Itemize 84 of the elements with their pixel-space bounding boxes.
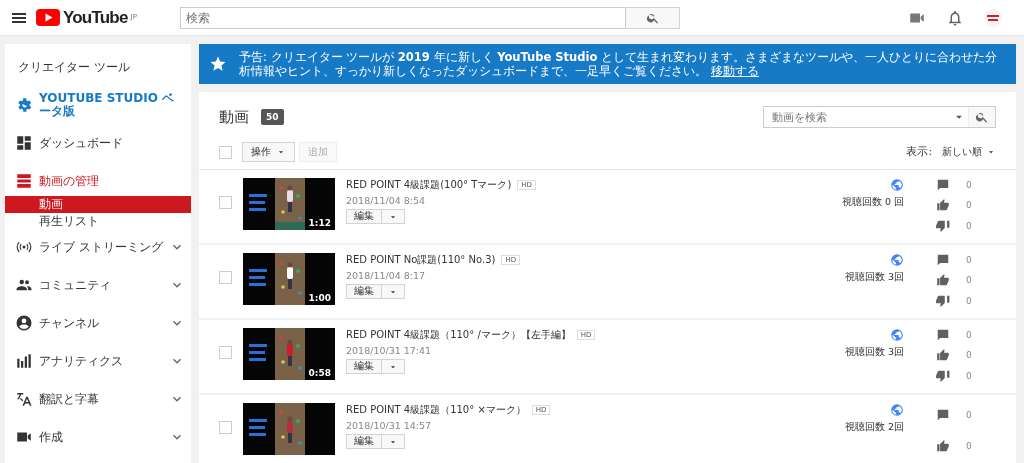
section-title: 動画 — [219, 107, 249, 127]
duration-label: 0:58 — [308, 368, 331, 378]
thumbs-down-icon — [936, 368, 950, 383]
like-count: 0 — [966, 350, 973, 361]
comment-count: 0 — [966, 410, 973, 421]
sidebar-title: クリエイター ツール — [17, 59, 131, 76]
search-button[interactable] — [626, 6, 680, 29]
avatar[interactable] — [984, 8, 1002, 27]
edit-button[interactable]: 編集 — [346, 284, 382, 299]
dislike-count: 0 — [966, 220, 973, 231]
sidebar-item[interactable]: ライブ ストリーミング — [5, 228, 191, 266]
logo[interactable]: YouTube — [63, 7, 128, 28]
row-checkbox[interactable] — [219, 346, 232, 359]
sidebar-item[interactable]: YOUTUBE STUDIO ベータ版 — [5, 86, 191, 124]
video-title[interactable]: RED POINT No課題(110° No.3) — [346, 253, 496, 267]
row-checkbox[interactable] — [219, 421, 232, 434]
bell-icon — [946, 8, 964, 27]
sort-dropdown[interactable]: 新しい順 — [942, 145, 996, 159]
list-icon — [15, 172, 33, 190]
comment-count: 0 — [966, 255, 973, 266]
edit-menu-button[interactable] — [382, 209, 405, 224]
play-logo-icon — [36, 9, 60, 26]
edit-button[interactable]: 編集 — [346, 434, 382, 449]
sidebar-subitem[interactable]: 動画 — [5, 196, 191, 213]
edit-button[interactable]: 編集 — [346, 209, 382, 224]
upload-date: 2018/10/31 17:41 — [346, 345, 433, 356]
sidebar-item[interactable]: チャンネル — [5, 304, 191, 342]
move-link[interactable]: 移動する — [711, 64, 759, 78]
select-all-checkbox[interactable] — [219, 145, 232, 159]
view-count: 視聴回数 3回 — [844, 271, 904, 284]
thumbs-up-icon — [936, 198, 950, 213]
row-checkbox[interactable] — [219, 271, 232, 284]
like-count: 0 — [966, 275, 973, 286]
dislike-count: 0 — [966, 295, 973, 306]
row-checkbox[interactable] — [219, 196, 232, 209]
like-count: 0 — [966, 440, 973, 451]
edit-menu-button[interactable] — [382, 284, 405, 299]
edit-button[interactable]: 編集 — [346, 359, 382, 374]
sidebar-item[interactable]: アナリティクス — [5, 342, 191, 380]
dislike-count: 0 — [966, 370, 973, 381]
translate-icon — [15, 390, 33, 408]
thumbs-down-icon — [936, 218, 950, 233]
sort-label: 表示: — [906, 145, 932, 159]
upload-date: 2018/11/04 8:17 — [346, 270, 427, 281]
sidebar-item[interactable]: ダッシュボード — [5, 124, 191, 162]
globe-icon — [890, 178, 904, 192]
video-count: 50 — [261, 109, 284, 125]
account-icon — [15, 314, 33, 332]
video-title[interactable]: RED POINT 4級課題(100° Tマーク) — [346, 178, 512, 192]
comment-count: 0 — [966, 180, 973, 191]
view-count: 視聴回数 2回 — [844, 421, 904, 434]
sidebar-subitem[interactable]: 再生リスト — [5, 213, 191, 230]
search-icon — [975, 110, 989, 124]
actions-button[interactable]: 操作 — [242, 142, 295, 162]
announcement-text: 予告: クリエイター ツールが 2019 年に新しく YouTube Studio として生まれ変わります。さまざまなツールや、一人ひとりに合わせた分析情報やヒント、すっかり新しくなったダッシュボードまで、一足早くご覧ください。 移動する — [239, 50, 999, 78]
view-count: 視聴回数 0 回 — [841, 196, 904, 209]
duration-label: 1:00 — [308, 293, 331, 303]
upload-date: 2018/10/31 14:57 — [346, 420, 433, 431]
search-field[interactable]: 検索 — [180, 6, 626, 29]
globe-icon — [890, 328, 904, 342]
sidebar-item[interactable]: コミュニティ — [5, 266, 191, 304]
thumbs-down-icon — [936, 293, 950, 308]
like-count: 0 — [966, 200, 973, 211]
globe-icon — [890, 253, 904, 267]
thumbs-up-icon — [936, 348, 950, 363]
video-title[interactable]: RED POINT 4級課題（110° /マーク）【左手編】 — [346, 328, 571, 342]
comment-count: 0 — [966, 330, 973, 341]
view-count: 視聴回数 3回 — [844, 346, 904, 359]
edit-menu-button[interactable] — [382, 434, 405, 449]
sidebar-item[interactable]: 作成 — [5, 418, 191, 456]
dashboard-icon — [15, 134, 33, 152]
menu-icon[interactable] — [12, 11, 26, 24]
globe-icon — [890, 403, 904, 417]
video-title[interactable]: RED POINT 4級課題（110° ×マーク） — [346, 403, 526, 417]
star-icon — [209, 55, 227, 73]
edit-menu-button[interactable] — [382, 359, 405, 374]
duration-label: 1:12 — [308, 218, 331, 228]
upload-date: 2018/11/04 8:54 — [346, 195, 427, 206]
bar-chart-icon — [15, 352, 33, 370]
thumbs-up-icon — [936, 273, 950, 288]
sidebar-item[interactable]: 動画の管理 — [5, 166, 191, 196]
video-search-field[interactable]: 動画を検索 — [763, 106, 996, 128]
sidebar-item[interactable]: 翻訳と字幕 — [5, 380, 191, 418]
thumbs-up-icon — [936, 438, 950, 453]
